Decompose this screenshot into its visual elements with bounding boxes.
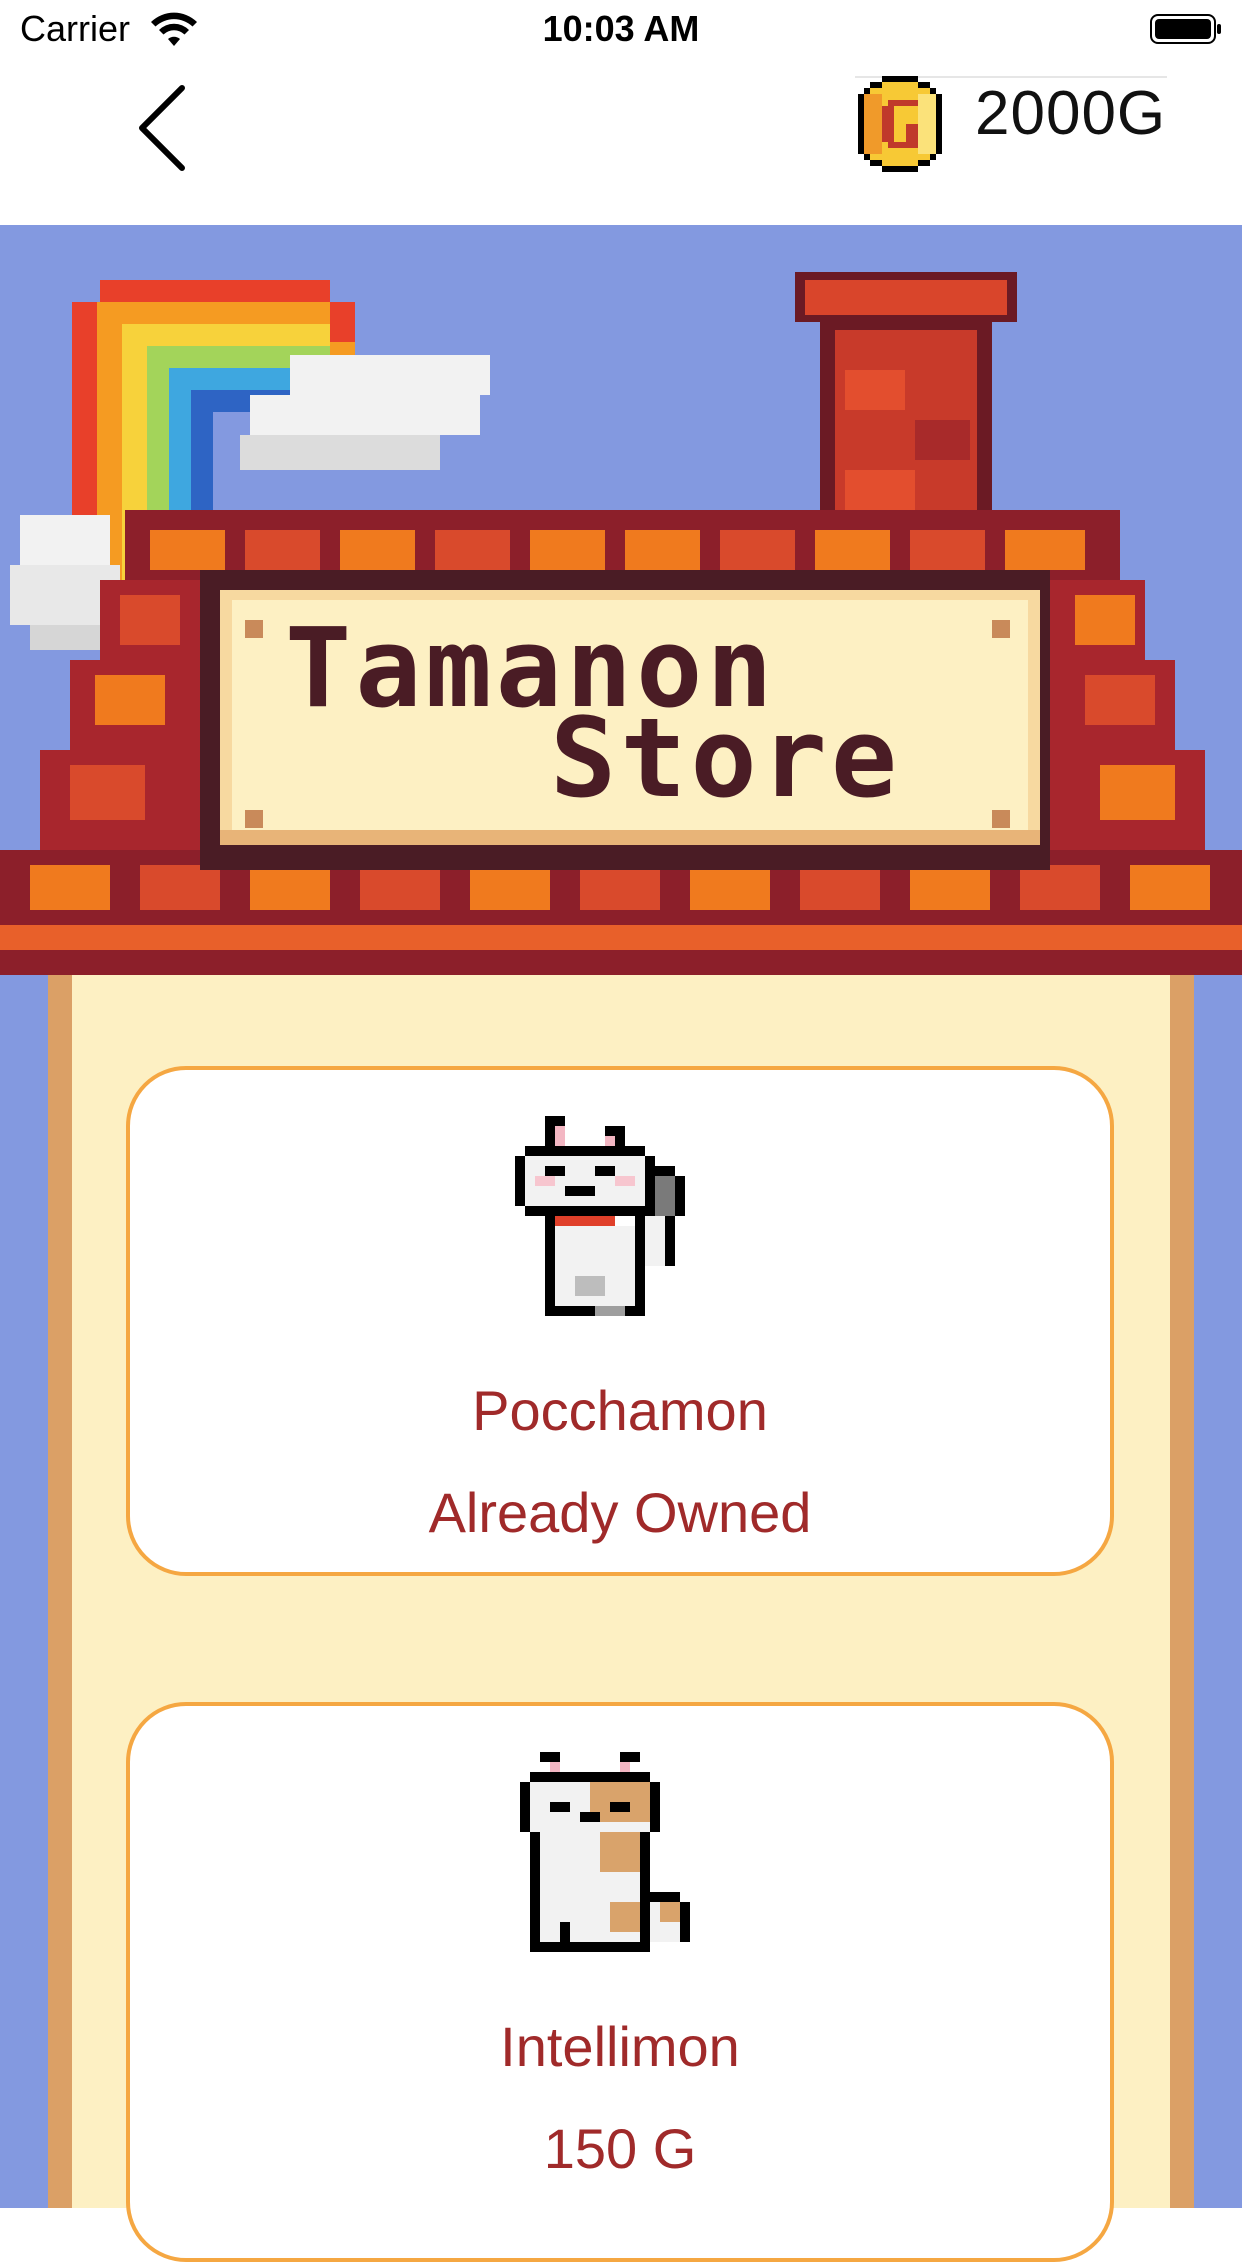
chimney-icon (795, 272, 1017, 532)
store-banner-art (0, 272, 1242, 975)
store-item-card[interactable]: Intellimon 150 G (126, 1702, 1114, 2262)
nav-bar: 2000G (0, 60, 1242, 225)
back-button[interactable] (120, 70, 210, 180)
white-cat-sprite (515, 1116, 685, 1316)
clock: 10:03 AM (542, 8, 700, 49)
item-name: Pocchamon (472, 1379, 768, 1442)
store-title-line2: Store (550, 694, 902, 822)
coin-balance: 2000G (975, 79, 1167, 148)
item-name: Intellimon (500, 2015, 740, 2078)
chevron-left-icon (139, 85, 185, 171)
battery-icon (1150, 14, 1221, 44)
calico-cat-sprite (520, 1752, 690, 1952)
item-status: Already Owned (428, 1481, 812, 1544)
store-item-card[interactable]: Pocchamon Already Owned (126, 1066, 1114, 1576)
store-banner: Tamanon Store (0, 225, 1242, 975)
item-price: 150 G (543, 2117, 697, 2180)
status-bar: Carrier 10:03 AM (0, 0, 1242, 60)
coin-icon (858, 76, 942, 172)
